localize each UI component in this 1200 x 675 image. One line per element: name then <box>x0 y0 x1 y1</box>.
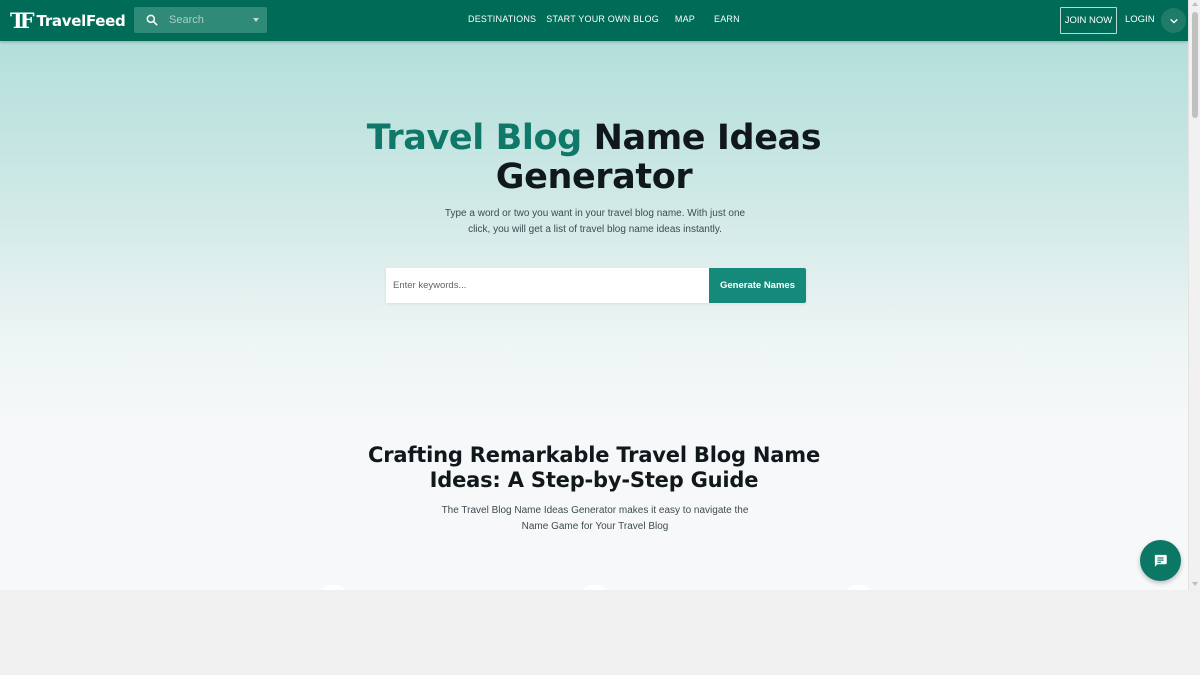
login-link[interactable]: LOGIN <box>1125 14 1155 25</box>
main-nav: DESTINATIONS START YOUR OWN BLOG MAP EAR… <box>468 14 740 24</box>
guide-subtitle-line2: Name Game for Your Travel Blog <box>521 521 669 532</box>
logo-mark: TF <box>10 8 34 33</box>
caret-down-icon[interactable] <box>253 18 259 22</box>
top-navbar: TF TravelFeed DESTINATIONS START YOUR OW… <box>0 0 1188 41</box>
scroll-down-arrow-icon[interactable] <box>1192 582 1198 586</box>
guide-heading-line1: Crafting Remarkable Travel Blog Name <box>368 443 820 467</box>
nav-map[interactable]: MAP <box>675 14 695 24</box>
title-line2: Generator <box>495 157 693 197</box>
title-rest: Name Ideas <box>593 118 822 158</box>
search-box[interactable] <box>134 7 267 33</box>
search-icon <box>146 14 158 26</box>
nav-destinations[interactable]: DESTINATIONS <box>468 14 536 24</box>
blank-area <box>0 590 1200 675</box>
title-accent: Travel Blog <box>366 118 582 158</box>
guide-heading: Crafting Remarkable Travel Blog Name Ide… <box>0 443 1188 493</box>
name-generator-form: Generate Names <box>386 268 806 303</box>
nav-earn[interactable]: EARN <box>714 14 740 24</box>
generate-names-button[interactable]: Generate Names <box>709 268 806 303</box>
scrollbar-thumb[interactable] <box>1192 12 1198 118</box>
hero-subtitle-line2: click, you will get a list of travel blo… <box>468 224 722 235</box>
chat-icon <box>1154 554 1167 567</box>
nav-start-your-own-blog[interactable]: START YOUR OWN BLOG <box>546 14 659 24</box>
logo-text: TravelFeed <box>36 12 126 30</box>
page-title: Travel Blog Name Ideas Generator <box>0 119 1188 197</box>
chevron-down-icon <box>1169 18 1178 23</box>
search-input[interactable] <box>169 14 249 26</box>
page-scrollbar[interactable] <box>1188 0 1200 590</box>
keywords-input[interactable] <box>386 268 709 303</box>
scroll-up-arrow-icon[interactable] <box>1192 2 1198 6</box>
join-now-button[interactable]: JOIN NOW <box>1060 7 1117 34</box>
chat-button[interactable] <box>1140 540 1181 581</box>
guide-heading-line2: Ideas: A Step-by-Step Guide <box>429 468 759 492</box>
page-viewport: TF TravelFeed DESTINATIONS START YOUR OW… <box>0 0 1188 590</box>
hero-subtitle-line1: Type a word or two you want in your trav… <box>444 208 746 219</box>
account-menu-button[interactable] <box>1161 8 1186 33</box>
guide-subtitle: The Travel Blog Name Ideas Generator mak… <box>430 503 760 535</box>
guide-subtitle-line1: The Travel Blog Name Ideas Generator mak… <box>441 505 749 516</box>
travelfeed-logo[interactable]: TF TravelFeed <box>10 8 126 33</box>
hero-subtitle: Type a word or two you want in your trav… <box>430 206 760 238</box>
